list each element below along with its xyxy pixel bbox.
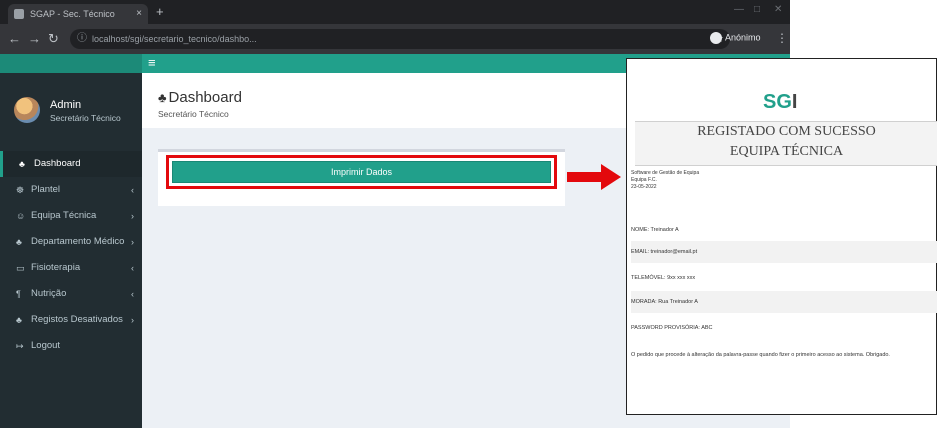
tab-close-icon[interactable]: × [136,4,142,24]
sidebar-item-label: Plantel [31,184,61,195]
chevron-icon: ‹ [131,263,134,273]
divider [635,121,937,122]
team-icon: ☸ [16,185,25,195]
sidebar-item-label: Nutrição [31,288,67,299]
print-box: Imprimir Dados [158,149,565,206]
logo-text-a: SG [763,91,792,113]
profile-button[interactable]: Anónimo [710,32,761,44]
minimize-icon[interactable]: — [734,4,744,15]
sidebar: Admin Secretário Técnico ♣ Dashboard ☸ Pla… [0,73,142,428]
url-text: localhost/sgi/secretario_tecnico/dashbo.… [92,34,257,44]
browser-tab[interactable]: SGAP - Sec. Técnico × [8,4,148,24]
profile-label: Anónimo [725,32,761,43]
sidebar-item-registos-desativados[interactable]: ♣ Registos Desativados › [0,307,142,333]
sidebar-item-label: Dashboard [34,158,81,169]
user-panel: Admin Secretário Técnico [0,73,142,141]
document-title-line2: EQUIPA TÉCNICA [729,144,844,159]
org-info: Software de Gestão de Equipa Equipa F.C.… [631,170,831,191]
chevron-icon: ‹ [131,185,134,195]
document-footer: O pedido que procede à alteração da pala… [631,352,890,358]
sidebar-item-nutricao[interactable]: ¶ Nutrição ‹ [0,281,142,307]
pdf-document: SGI REGISTADO COM SUCESSO EQUIPA TÉCNICA… [626,58,937,415]
field-password: PASSWORD PROVISÓRIA: ABC [631,325,713,331]
sidebar-item-plantel[interactable]: ☸ Plantel ‹ [0,177,142,203]
users-icon: ♣ [16,315,22,325]
medical-icon: ♣ [16,237,22,247]
sidebar-item-logout[interactable]: ↦ Logout [0,333,142,359]
incognito-icon [710,32,722,44]
favicon-icon [14,9,24,19]
user-name: Admin [50,99,82,111]
avatar [14,97,40,123]
user-role: Secretário Técnico [50,113,121,123]
org-line: Equipa F.C. [631,177,657,183]
close-window-icon[interactable]: ✕ [774,4,782,15]
chevron-icon: ‹ [131,289,134,299]
field-phone: TELEMÓVEL: 9xx xxx xxx [631,275,696,281]
dashboard-icon: ♣ [158,90,167,105]
document-title-line1: REGISTADO COM SUCESSO [697,124,876,139]
browser-toolbar: ← → ↻ ⓘ localhost/sgi/secretario_tecnico… [0,24,790,54]
document-title: REGISTADO COM SUCESSO EQUIPA TÉCNICA [635,121,937,165]
page-title: ♣ Dashboard [158,89,242,106]
reload-icon[interactable]: ↻ [48,31,59,47]
tab-bar: SGAP - Sec. Técnico × + — □ ✕ [0,0,790,24]
browser-menu-icon[interactable]: ⋮ [776,31,788,45]
sidebar-item-label: Fisioterapia [31,262,81,273]
info-icon[interactable]: ⓘ [77,29,87,49]
sidebar-item-fisioterapia[interactable]: ▭ Fisioterapia ‹ [0,255,142,281]
sidebar-item-label: Departamento Médico [31,236,125,247]
sidebar-item-label: Registos Desativados [31,314,123,325]
sidebar-item-label: Logout [31,340,61,351]
logo-area [0,54,142,73]
user-icon: ☺ [16,211,26,221]
maximize-icon[interactable]: □ [754,4,760,15]
arrow-right-icon [567,164,621,190]
highlight-frame: Imprimir Dados [166,155,557,189]
field-address: MORADA: Rua Treinador A [631,291,937,313]
chevron-icon: › [131,315,134,325]
sidebar-item-dashboard[interactable]: ♣ Dashboard [0,151,142,177]
page-subtitle: Secretário Técnico [158,109,229,119]
new-tab-icon[interactable]: + [156,4,164,19]
sgi-logo: SGI [763,91,797,114]
field-email: EMAIL: treinador@email.pt [631,241,937,263]
sidebar-item-departamento-medico[interactable]: ♣ Departamento Médico › [0,229,142,255]
org-line: 23-05-2022 [631,184,657,190]
address-bar[interactable]: ⓘ localhost/sgi/secretario_tecnico/dashb… [70,29,730,49]
sidebar-item-equipa-tecnica[interactable]: ☺ Equipa Técnica › [0,203,142,229]
org-line: Software de Gestão de Equipa [631,170,700,176]
sidebar-item-label: Equipa Técnica [31,210,97,221]
logout-icon: ↦ [16,341,24,351]
chevron-icon: › [131,237,134,247]
logo-text-b: I [791,91,798,113]
bed-icon: ▭ [16,263,25,273]
divider [635,165,937,166]
back-icon[interactable]: ← [8,31,21,46]
sidebar-menu: ♣ Dashboard ☸ Plantel ‹ ☺ Equipa Técnica › ♣ D… [0,151,142,359]
dashboard-icon: ♣ [19,159,25,169]
forward-icon[interactable]: → [28,31,41,46]
field-name: NOME: Treinador A [631,227,679,233]
chevron-icon: › [131,211,134,221]
sidebar-toggle-icon[interactable]: ≡ [148,55,156,70]
cutlery-icon: ¶ [16,289,21,299]
print-data-button[interactable]: Imprimir Dados [172,161,551,183]
tab-title: SGAP - Sec. Técnico [30,9,115,19]
page-title-text: Dashboard [168,89,242,106]
